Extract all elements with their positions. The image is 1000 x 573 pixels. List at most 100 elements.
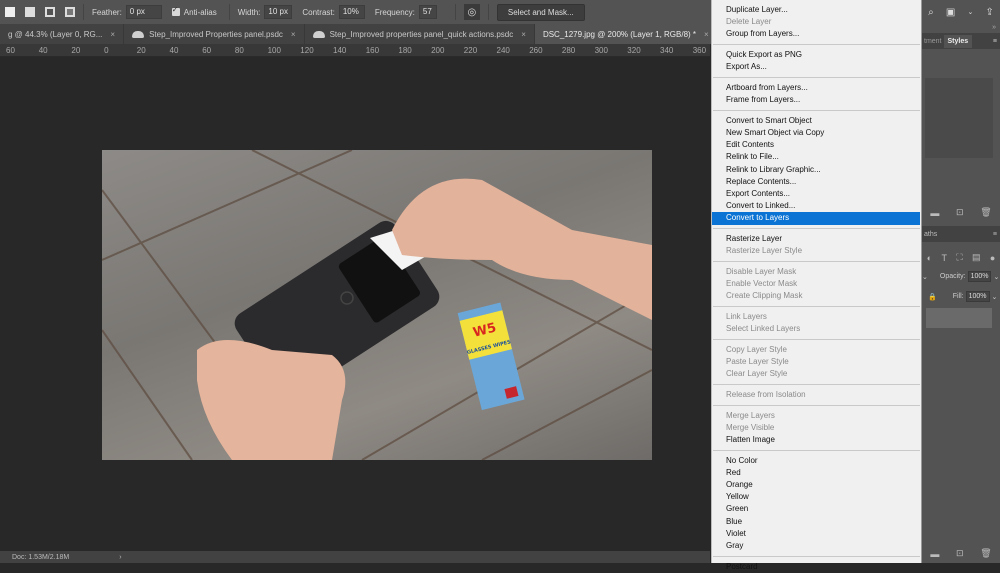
layer-filter-icons: ◐ T ⛶ ▤ ● bbox=[922, 252, 1000, 263]
ruler-tick-label: 40 bbox=[38, 46, 48, 55]
document-tabs: g @ 44.3% (Layer 0, RG... × Step_Improved… bbox=[0, 24, 752, 44]
add-to-selection-icon[interactable] bbox=[25, 7, 35, 17]
blend-mode-chevron[interactable]: ⌄ bbox=[922, 273, 928, 281]
document-image[interactable]: W5 GLASSES WIPES bbox=[102, 150, 652, 460]
menu-item-frame-from-layers[interactable]: Frame from Layers... bbox=[712, 94, 921, 106]
frequency-input[interactable]: 57 bbox=[418, 5, 437, 19]
divider bbox=[454, 4, 456, 20]
menu-item-blue[interactable]: Blue bbox=[712, 516, 921, 528]
menu-item-red[interactable]: Red bbox=[712, 467, 921, 479]
ruler-tick-label: 100 bbox=[267, 46, 281, 55]
layer-row-selected[interactable] bbox=[926, 308, 992, 328]
adjustments-styles-tabs: tment Styles ≡ bbox=[922, 33, 1000, 49]
collapse-panels-icon[interactable]: » bbox=[992, 24, 996, 31]
subtract-selection-icon[interactable] bbox=[45, 7, 55, 17]
stylus-pressure-icon[interactable]: ◎ bbox=[463, 4, 480, 20]
close-icon[interactable]: × bbox=[704, 30, 709, 39]
menu-item-yellow[interactable]: Yellow bbox=[712, 491, 921, 503]
filter-toggle-icon[interactable]: ● bbox=[990, 253, 995, 263]
horizontal-ruler[interactable]: 60 40 20 0 20 40 60 80 100 120 140 160 180 200 220 240 2… bbox=[0, 44, 710, 57]
tab-document-active[interactable]: DSC_1279.jpg @ 200% (Layer 1, RGB/8) * × bbox=[534, 24, 718, 44]
styles-grid[interactable] bbox=[925, 78, 993, 158]
menu-item-export-contents[interactable]: Export Contents... bbox=[712, 188, 921, 200]
menu-item-relink-to-library-graphic[interactable]: Relink to Library Graphic... bbox=[712, 164, 921, 176]
opacity-input[interactable]: 100% bbox=[967, 271, 992, 282]
feather-input[interactable]: 0 px bbox=[125, 5, 162, 19]
menu-item-duplicate-layer[interactable]: Duplicate Layer... bbox=[712, 4, 921, 16]
menu-item-artboard-from-layers[interactable]: Artboard from Layers... bbox=[712, 82, 921, 94]
antialias-checkbox[interactable] bbox=[171, 5, 180, 16]
ruler-tick-label: 200 bbox=[431, 46, 445, 55]
menu-item-gray[interactable]: Gray bbox=[712, 540, 921, 552]
canvas-area[interactable]: W5 GLASSES WIPES bbox=[0, 57, 710, 551]
right-panel: ⌕ ▣ ⌄ ⇪ » tment Styles ≡ ▬ ⊡ 🗑 aths ≡ ◐ … bbox=[922, 0, 1000, 563]
menu-item-convert-to-smart-object[interactable]: Convert to Smart Object bbox=[712, 115, 921, 127]
trash-icon[interactable]: 🗑 bbox=[980, 207, 991, 218]
menu-item-edit-contents[interactable]: Edit Contents bbox=[712, 139, 921, 151]
chevron-down-icon[interactable]: ⌄ bbox=[993, 273, 999, 281]
select-and-mask-button[interactable]: Select and Mask... bbox=[496, 3, 585, 21]
menu-item-new-smart-object-via-copy[interactable]: New Smart Object via Copy bbox=[712, 127, 921, 139]
menu-separator bbox=[713, 76, 920, 78]
new-style-icon[interactable]: ⊡ bbox=[956, 207, 964, 218]
type-filter-icon[interactable]: T bbox=[941, 253, 947, 263]
tab-document-2[interactable]: Step_Improved Properties panel.psdc × bbox=[124, 24, 305, 44]
menu-item-relink-to-file[interactable]: Relink to File... bbox=[712, 151, 921, 163]
cloud-icon bbox=[312, 30, 325, 38]
search-icon[interactable]: ⌕ bbox=[928, 7, 934, 18]
ruler-tick-label: 20 bbox=[136, 46, 146, 55]
menu-item-green[interactable]: Green bbox=[712, 503, 921, 515]
menu-item-orange[interactable]: Orange bbox=[712, 479, 921, 491]
menu-separator bbox=[713, 44, 920, 46]
antialias-label: Anti-alias bbox=[183, 7, 217, 17]
adjustment-filter-icon[interactable]: ◐ bbox=[927, 253, 932, 263]
width-input[interactable]: 10 px bbox=[264, 5, 293, 19]
lock-all-icon[interactable]: 🔒 bbox=[928, 293, 937, 301]
status-expand-arrow[interactable]: › bbox=[119, 554, 121, 561]
menu-item-replace-contents[interactable]: Replace Contents... bbox=[712, 176, 921, 188]
menu-item-export-as[interactable]: Export As... bbox=[712, 61, 921, 73]
new-layer-icon[interactable]: ⊡ bbox=[956, 548, 964, 559]
tab-adjustments[interactable]: tment bbox=[922, 38, 944, 45]
close-icon[interactable]: × bbox=[110, 30, 115, 39]
menu-item-rasterize-layer[interactable]: Rasterize Layer bbox=[712, 233, 921, 245]
workspace-icon[interactable]: ▣ bbox=[946, 7, 955, 18]
menu-item-disable-layer-mask: Disable Layer Mask bbox=[726, 266, 797, 276]
ruler-tick-label: 180 bbox=[398, 46, 412, 55]
layer-context-menu: Duplicate Layer... Delete Layer Group from… bbox=[711, 0, 922, 571]
close-icon[interactable]: × bbox=[521, 30, 526, 39]
menu-item-no-color[interactable]: No Color bbox=[712, 455, 921, 467]
menu-item-postcard[interactable]: Postcard bbox=[712, 561, 921, 573]
folder-icon[interactable]: ▬ bbox=[930, 549, 939, 559]
folder-icon[interactable]: ▬ bbox=[930, 208, 939, 218]
menu-separator bbox=[713, 228, 920, 229]
new-selection-icon[interactable] bbox=[5, 7, 15, 17]
menu-item-convert-to-layers[interactable]: Convert to Layers bbox=[712, 212, 920, 225]
menu-item-clear-layer-style: Clear Layer Style bbox=[726, 369, 788, 379]
menu-item-quick-export-as-png[interactable]: Quick Export as PNG bbox=[712, 49, 921, 61]
menu-item-group-from-layers[interactable]: Group from Layers... bbox=[712, 28, 921, 40]
tab-label: Step_Improved properties panel_quick act… bbox=[329, 29, 514, 39]
panel-menu-icon[interactable]: ≡ bbox=[993, 231, 997, 238]
menu-item-flatten-image[interactable]: Flatten Image bbox=[712, 434, 921, 446]
smart-object-filter-icon[interactable]: ▤ bbox=[972, 252, 981, 263]
fill-input[interactable]: 100% bbox=[965, 291, 990, 302]
panel-menu-icon[interactable]: ≡ bbox=[993, 38, 997, 45]
trash-icon[interactable]: 🗑 bbox=[980, 548, 991, 559]
tab-document-3[interactable]: Step_Improved properties panel_quick act… bbox=[305, 24, 535, 44]
chevron-down-icon[interactable]: ⌄ bbox=[967, 8, 973, 16]
menu-item-violet[interactable]: Violet bbox=[712, 528, 921, 540]
tab-paths[interactable]: aths bbox=[924, 231, 937, 238]
menu-item-convert-to-linked[interactable]: Convert to Linked... bbox=[712, 200, 921, 212]
contrast-input[interactable]: 10% bbox=[338, 5, 365, 19]
close-icon[interactable]: × bbox=[291, 30, 296, 39]
menu-separator bbox=[713, 260, 920, 262]
tab-styles[interactable]: Styles bbox=[943, 34, 973, 48]
intersect-selection-icon[interactable] bbox=[65, 7, 75, 17]
chevron-down-icon[interactable]: ⌄ bbox=[992, 293, 998, 301]
share-icon[interactable]: ⇪ bbox=[985, 7, 993, 18]
menu-item-merge-layers: Merge Layers bbox=[726, 410, 775, 420]
tab-document-1[interactable]: g @ 44.3% (Layer 0, RG... × bbox=[0, 24, 125, 44]
shape-filter-icon[interactable]: ⛶ bbox=[956, 252, 962, 263]
menu-item-paste-layer-style: Paste Layer Style bbox=[726, 357, 789, 366]
